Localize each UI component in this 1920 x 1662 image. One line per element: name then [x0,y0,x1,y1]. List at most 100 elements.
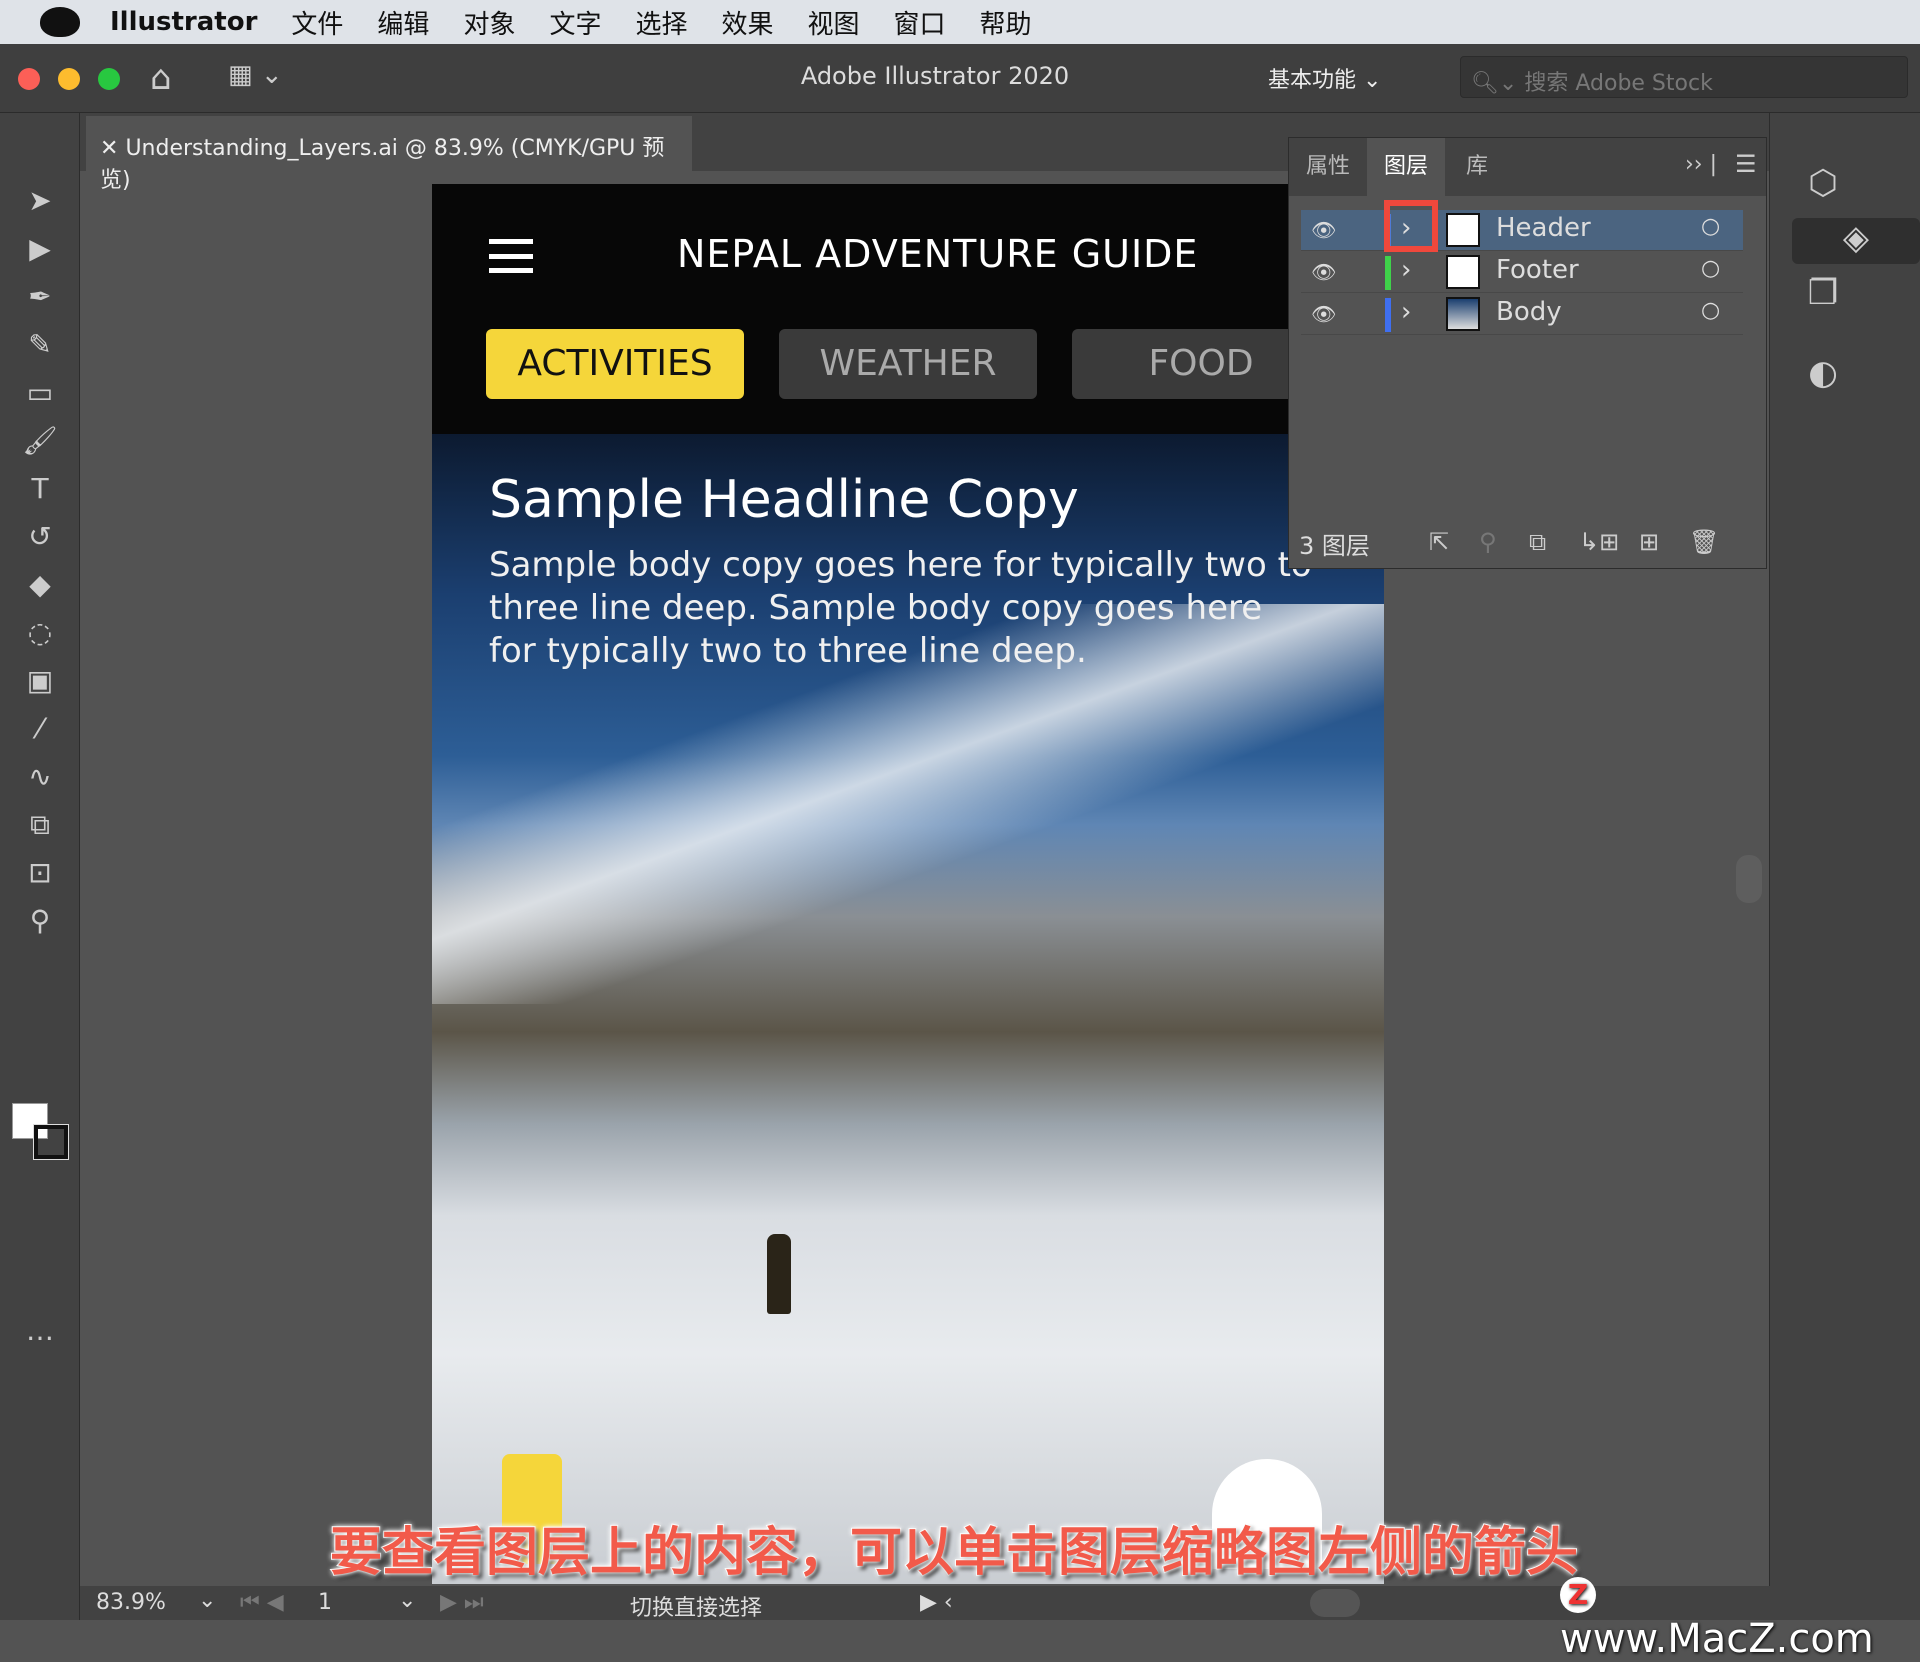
zoom-level[interactable]: 83.9% [96,1590,166,1615]
menu-effect[interactable]: 效果 [721,4,773,41]
panel-dock: ⬡ ◈ ❐ ◐ [1769,113,1920,1620]
paintbrush-tool-icon[interactable]: 🖌︎ [20,423,60,459]
layer-thumbnail [1446,213,1480,247]
lasso-tool-icon[interactable]: ◌ [20,615,60,651]
horizontal-scrollbar[interactable] [1310,1589,1360,1617]
document-tab[interactable]: ✕ Understanding_Layers.ai @ 83.9% (CMYK/… [86,116,692,193]
selection-tool-icon[interactable]: ➤ [20,183,60,219]
layer-color-bar [1385,256,1391,290]
artboard-dropdown-icon[interactable]: ⌄ [398,1588,416,1613]
menu-app[interactable]: Illustrator [110,7,257,37]
layer-name[interactable]: Header [1496,213,1591,243]
tab-properties[interactable]: 属性 [1289,138,1367,196]
panel-tabs: 属性 图层 库 ›› | ☰ [1289,138,1766,196]
artboard[interactable]: NEPAL ADVENTURE GUIDE ACTIVITIES WEATHER… [432,184,1384,1584]
search-icon: 🔍︎⌄ [1471,71,1525,96]
menu-object[interactable]: 对象 [463,4,515,41]
highlight-box [1384,200,1438,252]
pen-tool-icon[interactable]: ✒ [20,279,60,315]
menu-edit[interactable]: 编辑 [377,4,429,41]
stock-search-input[interactable]: 🔍︎⌄ 搜索 Adobe Stock [1460,56,1908,98]
zoom-dropdown-icon[interactable]: ⌄ [198,1588,216,1613]
panel-menu-icon[interactable]: ☰ [1735,150,1757,178]
zoom-tool-icon[interactable]: ⚲ [20,903,60,939]
status-bar: 83.9% ⌄ ⏮ ◀ 1 ⌄ ▶ ⏭ 切换直接选择 ▶ ‹ [80,1586,1770,1621]
layer-row-body[interactable]: 👁︎ › Body ○ [1301,294,1743,335]
tool-hint: 切换直接选择 [630,1596,763,1621]
delete-layer-icon[interactable]: 🗑︎ [1689,528,1719,556]
eraser-tool-icon[interactable]: ◆ [20,567,60,603]
expand-arrow-icon[interactable]: › [1401,297,1411,327]
layer-thumbnail [1446,297,1480,331]
vertical-scrollbar[interactable] [1736,855,1762,903]
layer-thumbnail [1446,255,1480,289]
caption-subtitle: 要查看图层上的内容，可以单击图层缩略图左侧的箭头 [329,1522,1579,1584]
climber-figure [767,1234,791,1314]
collapse-panel-icon[interactable]: ›› | [1685,152,1717,177]
layer-color-bar [1385,298,1391,332]
menu-window[interactable]: 窗口 [894,4,946,41]
title-bar: ⌂ ▦ ⌄ Adobe Illustrator 2020 基本功能 ⌄ 🔍︎⌄ … [0,44,1920,113]
body-copy: Sample body copy goes here for typically… [489,545,1312,671]
status-menu-icon[interactable]: ▶ ‹ [920,1590,953,1615]
blend-tool-icon[interactable]: ∿ [20,759,60,795]
apple-icon[interactable] [40,7,80,37]
tab-layers[interactable]: 图层 [1367,138,1445,196]
chevron-down-icon: ⌄ [1363,68,1382,93]
hamburger-menu-icon [489,239,533,273]
visibility-eye-icon[interactable]: 👁︎ [1311,260,1336,284]
menu-file[interactable]: 文件 [291,4,343,41]
close-tab-icon[interactable]: ✕ [100,136,125,161]
artboard-tool-icon[interactable]: ⊡ [20,855,60,891]
expand-arrow-icon[interactable]: › [1401,255,1411,285]
menu-type[interactable]: 文字 [549,4,601,41]
eyedropper-tool-icon[interactable]: ⁄ [20,711,60,747]
watermark: Z www.MacZ.com [1560,1570,1920,1662]
workspace-switcher[interactable]: 基本功能 ⌄ [1268,62,1381,94]
layers-panel: 属性 图层 库 ›› | ☰ 👁︎ › Header ○ 👁︎ › Footer… [1288,137,1767,569]
stroke-swatch[interactable] [33,1124,69,1160]
menu-select[interactable]: 选择 [635,4,687,41]
app-title: NEPAL ADVENTURE GUIDE [677,232,1199,276]
layer-name[interactable]: Body [1496,297,1562,327]
search-placeholder: 搜索 Adobe Stock [1524,71,1713,96]
3d-object-icon[interactable]: ⬡ [1792,163,1854,209]
new-sublayer-icon[interactable]: ↳⊞ [1579,528,1619,556]
workspace-label: 基本功能 [1268,68,1357,93]
layers-panel-icon[interactable]: ◈ [1792,218,1920,264]
target-circle-icon[interactable]: ○ [1701,298,1720,323]
next-artboard-icon[interactable]: ▶ ⏭ [440,1590,484,1615]
prev-artboard-icon[interactable]: ⏮ ◀ [240,1590,284,1615]
menu-help[interactable]: 帮助 [980,4,1032,41]
nav-weather: WEATHER [779,329,1037,399]
layer-count: 3 图层 [1299,532,1370,560]
headline: Sample Headline Copy [489,470,1079,530]
collect-export-icon[interactable]: ⇱ [1429,528,1449,556]
new-layer-icon[interactable]: ⊞ [1639,528,1659,556]
asset-export-icon[interactable]: ❐ [1792,273,1854,319]
recolor-icon[interactable]: ◐ [1792,353,1854,399]
visibility-eye-icon[interactable]: 👁︎ [1311,218,1336,242]
clipping-mask-icon[interactable]: ⧉ [1529,528,1546,556]
rotate-tool-icon[interactable]: ↺ [20,519,60,555]
nav-activities: ACTIVITIES [486,329,744,399]
target-circle-icon[interactable]: ○ [1701,214,1720,239]
rectangle-tool-icon[interactable]: ▭ [20,375,60,411]
direct-selection-tool-icon[interactable]: ▶ [20,231,60,267]
watermark-text: www.MacZ.com [1560,1616,1874,1662]
layer-row-header[interactable]: 👁︎ › Header ○ [1301,210,1743,251]
gradient-tool-icon[interactable]: ▣ [20,663,60,699]
visibility-eye-icon[interactable]: 👁︎ [1311,302,1336,326]
menu-bar: Illustrator 文件 编辑 对象 文字 选择 效果 视图 窗口 帮助 [0,0,1920,44]
shape-builder-tool-icon[interactable]: ⧉ [20,807,60,843]
more-tools-icon[interactable]: … [20,1313,60,1349]
layer-name[interactable]: Footer [1496,255,1579,285]
type-tool-icon[interactable]: T [20,471,60,507]
target-circle-icon[interactable]: ○ [1701,256,1720,281]
layer-row-footer[interactable]: 👁︎ › Footer ○ [1301,252,1743,293]
app-header: NEPAL ADVENTURE GUIDE ACTIVITIES WEATHER… [432,184,1384,434]
curvature-tool-icon[interactable]: ✎ [20,327,60,363]
artboard-number[interactable]: 1 [318,1590,332,1615]
tab-libraries[interactable]: 库 [1445,138,1509,196]
menu-view[interactable]: 视图 [808,4,860,41]
